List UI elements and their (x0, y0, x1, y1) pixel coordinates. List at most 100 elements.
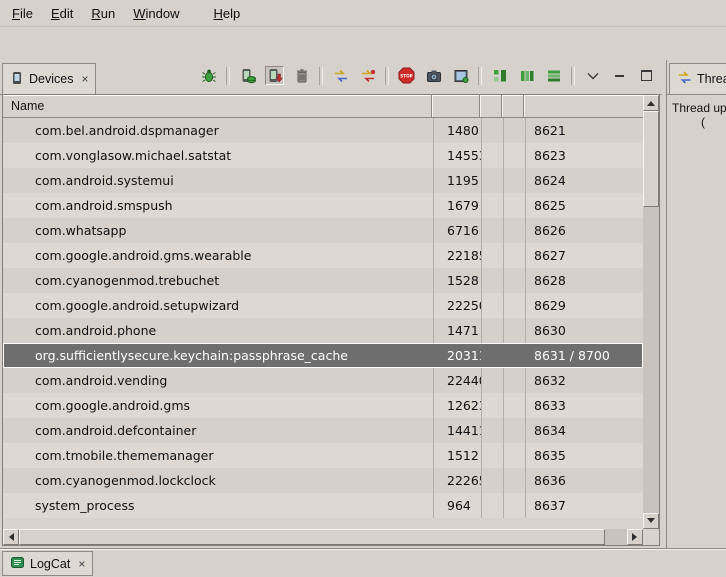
tab-devices[interactable]: Devices × (2, 63, 96, 94)
client-pid: 964 (433, 493, 481, 518)
device-table: Name com.bel.android.dspmanager14808621c… (2, 94, 660, 546)
table-row[interactable]: com.android.smspush16798625 (3, 193, 643, 218)
scroll-down-button[interactable] (643, 513, 659, 529)
column-divider[interactable] (523, 95, 525, 117)
close-icon[interactable]: × (81, 72, 88, 86)
table-row[interactable]: com.android.systemui11958624 (3, 168, 643, 193)
client-port: 8635 (525, 443, 643, 468)
column-view-icon[interactable] (517, 66, 536, 85)
cell-empty (503, 168, 525, 193)
table-row[interactable]: system_process9648637 (3, 493, 643, 518)
arrow-right-icon (632, 533, 641, 541)
table-row[interactable]: com.android.phone14718630 (3, 318, 643, 343)
menu-run[interactable]: Run (82, 2, 124, 25)
client-name: com.android.systemui (3, 168, 433, 193)
tab-logcat-label: LogCat (30, 557, 70, 571)
table-row[interactable]: com.android.vending224408632 (3, 368, 643, 393)
devices-toolbar: STOP (199, 66, 656, 85)
cell-empty (481, 218, 503, 243)
cell-empty (503, 243, 525, 268)
cell-empty (503, 368, 525, 393)
row-view-icon[interactable] (544, 66, 563, 85)
table-row[interactable]: org.sufficientlysecure.keychain:passphra… (3, 343, 643, 368)
cell-empty (503, 143, 525, 168)
table-row[interactable]: com.cyanogenmod.trebuchet15288628 (3, 268, 643, 293)
tab-threads[interactable]: Threads (669, 63, 726, 94)
menu-window[interactable]: Window (124, 2, 188, 25)
bottom-tabbar: LogCat × (0, 548, 726, 577)
tab-logcat[interactable]: LogCat × (2, 551, 93, 576)
client-port: 8630 (525, 318, 643, 343)
update-threads-icon[interactable] (331, 66, 350, 85)
table-row[interactable]: com.google.android.gms126238633 (3, 393, 643, 418)
device-table-body: com.bel.android.dspmanager14808621com.vo… (3, 118, 643, 529)
tree-view-icon[interactable] (490, 66, 509, 85)
update-heap-icon[interactable] (238, 66, 257, 85)
maximize-icon[interactable] (637, 66, 656, 85)
cell-empty (481, 168, 503, 193)
cell-empty (503, 343, 525, 368)
scroll-up-button[interactable] (643, 95, 659, 111)
cell-empty (481, 418, 503, 443)
threads-panel-header: Threads (667, 60, 726, 95)
vertical-scrollbar[interactable] (643, 95, 659, 529)
column-divider[interactable] (501, 95, 503, 117)
client-pid: 1471 (433, 318, 481, 343)
view-menu-icon[interactable] (583, 66, 602, 85)
client-port: 8634 (525, 418, 643, 443)
cause-gc-icon[interactable] (292, 66, 311, 85)
arrow-left-icon (5, 533, 14, 541)
client-name: system_process (3, 493, 433, 518)
table-row[interactable]: com.bel.android.dspmanager14808621 (3, 118, 643, 143)
close-icon[interactable]: × (78, 557, 85, 571)
client-pid: 1528 (433, 268, 481, 293)
table-row[interactable]: com.cyanogenmod.lockclock222658636 (3, 468, 643, 493)
start-method-profiling-icon[interactable] (358, 66, 377, 85)
dump-hprof-icon[interactable] (265, 66, 284, 85)
cell-empty (503, 118, 525, 143)
cell-empty (481, 268, 503, 293)
column-divider[interactable] (479, 95, 481, 117)
client-pid: 1480 (433, 118, 481, 143)
screen-capture-icon[interactable] (424, 66, 443, 85)
client-name: com.android.smspush (3, 193, 433, 218)
table-row[interactable]: com.android.defcontainer144118634 (3, 418, 643, 443)
stop-process-icon[interactable]: STOP (397, 66, 416, 85)
cell-empty (503, 218, 525, 243)
table-row[interactable]: com.whatsapp67168626 (3, 218, 643, 243)
client-port: 8624 (525, 168, 643, 193)
cell-empty (503, 268, 525, 293)
device-view-icon[interactable] (451, 66, 470, 85)
table-row[interactable]: com.google.android.setupwizard222508629 (3, 293, 643, 318)
logcat-icon (10, 555, 25, 573)
table-row[interactable]: com.tmobile.thememanager15128635 (3, 443, 643, 468)
table-row[interactable]: com.google.android.gms.wearable221858627 (3, 243, 643, 268)
menu-edit[interactable]: Edit (42, 2, 82, 25)
minimize-icon[interactable] (610, 66, 629, 85)
client-port: 8621 (525, 118, 643, 143)
vertical-scrollbar-thumb[interactable] (643, 111, 659, 207)
client-name: com.vonglasow.michael.satstat (3, 143, 433, 168)
cell-empty (481, 118, 503, 143)
debug-process-icon[interactable] (199, 66, 218, 85)
column-divider[interactable] (431, 95, 433, 117)
horizontal-scrollbar[interactable] (3, 529, 643, 545)
column-header-name[interactable]: Name (11, 99, 44, 113)
threads-icon (677, 70, 692, 88)
table-row[interactable]: com.vonglasow.michael.satstat145538623 (3, 143, 643, 168)
client-pid: 22185 (433, 243, 481, 268)
device-icon (10, 71, 24, 88)
client-pid: 6716 (433, 218, 481, 243)
client-name: com.cyanogenmod.lockclock (3, 468, 433, 493)
client-name: com.google.android.gms (3, 393, 433, 418)
horizontal-scrollbar-thumb[interactable] (19, 529, 605, 545)
menu-help[interactable]: Help (204, 2, 249, 25)
svg-text:STOP: STOP (400, 73, 413, 78)
ddms-window: File Edit Run Window Help Devices × (0, 0, 726, 577)
table-header: Name (3, 95, 643, 118)
client-port: 8629 (525, 293, 643, 318)
menu-file[interactable]: File (3, 2, 42, 25)
scroll-left-button[interactable] (3, 529, 19, 545)
scroll-right-button[interactable] (627, 529, 643, 545)
cell-empty (503, 468, 525, 493)
